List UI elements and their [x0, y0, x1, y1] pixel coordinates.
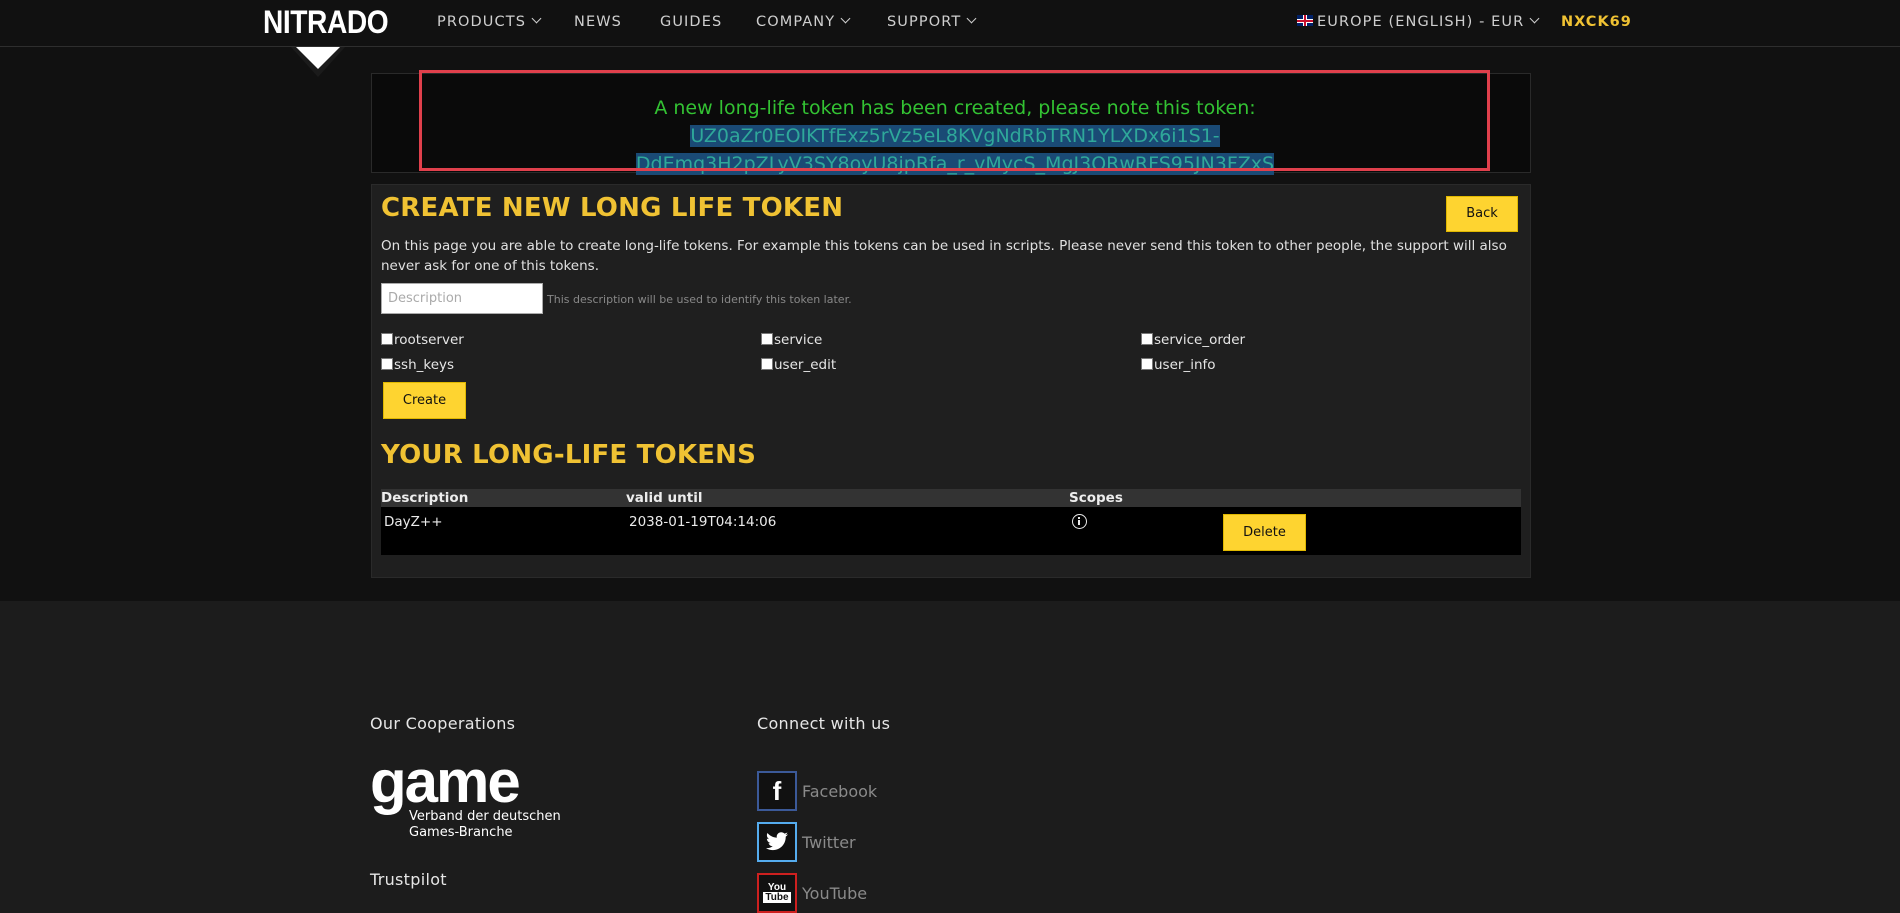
- back-button[interactable]: Back: [1446, 196, 1518, 232]
- scope-user-info-checkbox[interactable]: user_info: [1141, 357, 1216, 373]
- description-hint: This description will be used to identif…: [547, 293, 852, 306]
- twitter-link[interactable]: Twitter: [802, 833, 856, 852]
- checkbox-icon: [1141, 333, 1153, 345]
- checkbox-icon: [381, 358, 393, 370]
- facebook-link[interactable]: Facebook: [802, 782, 877, 801]
- twitter-bird-glyph: [766, 832, 788, 851]
- highlight-box: [419, 70, 1490, 171]
- cooperations-title: Our Cooperations: [370, 714, 516, 733]
- table-row: DayZ++ 2038-01-19T04:14:06: [381, 507, 1521, 555]
- scope-ssh-keys-checkbox[interactable]: ssh_keys: [381, 357, 454, 373]
- info-icon[interactable]: [1072, 514, 1087, 529]
- region-label: EUROPE (ENGLISH) - EUR: [1317, 14, 1525, 30]
- nav-company[interactable]: COMPANY: [756, 13, 851, 30]
- token-valid-until: 2038-01-19T04:14:06: [629, 514, 777, 530]
- scope-rootserver-checkbox[interactable]: rootserver: [381, 332, 464, 348]
- checkbox-icon: [761, 358, 773, 370]
- description-input[interactable]: [381, 283, 543, 314]
- youtube-link[interactable]: YouTube: [802, 884, 867, 903]
- game-logo-subtitle: Verband der deutschen Games-Branche: [409, 809, 561, 841]
- checkbox-icon: [381, 333, 393, 345]
- chevron-down-icon: [966, 13, 977, 24]
- checkbox-icon: [761, 333, 773, 345]
- game-sub-line2: Games-Branche: [409, 825, 513, 840]
- twitter-icon[interactable]: [757, 822, 797, 862]
- scope-label: ssh_keys: [394, 357, 455, 373]
- column-header-description: Description: [381, 490, 469, 506]
- chevron-down-icon: [531, 13, 542, 24]
- nav-products-label: PRODUCTS: [437, 14, 526, 30]
- scope-label: rootserver: [394, 332, 464, 348]
- nav-products[interactable]: PRODUCTS: [437, 13, 542, 30]
- scope-user-edit-checkbox[interactable]: user_edit: [761, 357, 836, 373]
- tokens-table-header: Description valid until Scopes: [381, 489, 1521, 507]
- nav-guides-label: GUIDES: [660, 14, 723, 30]
- scope-service-order-checkbox[interactable]: service_order: [1141, 332, 1245, 348]
- nav-support-label: SUPPORT: [887, 14, 962, 30]
- youtube-glyph: You Tube: [763, 882, 791, 903]
- nav-news-label: NEWS: [574, 14, 622, 30]
- nav-support[interactable]: SUPPORT: [887, 13, 977, 30]
- facebook-icon[interactable]: f: [757, 771, 797, 811]
- column-header-scopes: Scopes: [1069, 490, 1123, 506]
- scope-label: user_info: [1154, 357, 1216, 373]
- uk-flag-icon: [1297, 15, 1313, 26]
- scope-label: service_order: [1154, 332, 1246, 348]
- scope-label: service: [774, 332, 823, 348]
- footer: [0, 601, 1900, 913]
- scope-service-checkbox[interactable]: service: [761, 332, 822, 348]
- nav-company-label: COMPANY: [756, 14, 836, 30]
- create-token-title: CREATE NEW LONG LIFE TOKEN: [381, 193, 844, 223]
- chevron-down-icon: [1529, 13, 1540, 24]
- your-tokens-title: YOUR LONG-LIFE TOKENS: [381, 440, 757, 470]
- game-logo[interactable]: game: [370, 752, 521, 812]
- connect-title: Connect with us: [757, 714, 891, 733]
- chevron-down-icon: [840, 13, 851, 24]
- user-account-link[interactable]: NXCK69: [1561, 14, 1632, 30]
- logo-arrow-icon: [296, 47, 340, 69]
- game-sub-line1: Verband der deutschen: [409, 809, 561, 824]
- delete-token-button[interactable]: Delete: [1223, 514, 1306, 551]
- column-header-valid-until: valid until: [626, 490, 703, 506]
- create-button[interactable]: Create: [383, 382, 466, 419]
- region-selector[interactable]: EUROPE (ENGLISH) - EUR: [1297, 13, 1540, 30]
- scope-label: user_edit: [774, 357, 837, 373]
- nitrado-logo[interactable]: NITRADO: [263, 4, 389, 41]
- nav-guides[interactable]: GUIDES: [660, 14, 722, 30]
- youtube-icon[interactable]: You Tube: [757, 873, 797, 913]
- nav-news[interactable]: NEWS: [574, 14, 622, 30]
- trustpilot-title[interactable]: Trustpilot: [370, 870, 447, 889]
- checkbox-icon: [1141, 358, 1153, 370]
- top-navigation: NITRADO PRODUCTS NEWS GUIDES COMPANY SUP…: [0, 0, 1900, 47]
- token-description: DayZ++: [384, 514, 443, 530]
- create-token-description: On this page you are able to create long…: [381, 238, 1507, 274]
